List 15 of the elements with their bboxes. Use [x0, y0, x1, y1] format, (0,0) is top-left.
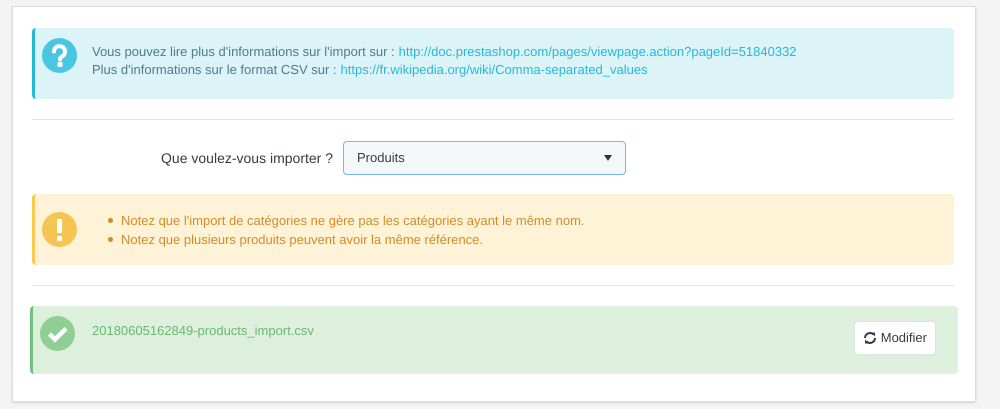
warning-text: Notez que plusieurs produits peuvent avoir la même référence.: [121, 230, 484, 248]
type-select[interactable]: Produits: [343, 141, 626, 175]
warning-icon: [42, 212, 77, 247]
bullet-icon: [108, 218, 113, 222]
bullet-icon: [108, 236, 113, 242]
help-icon: [42, 38, 77, 73]
modify-button[interactable]: Modifier: [854, 321, 936, 355]
info-text: Vous pouvez lire plus d'informations sur l'import sur :: [92, 43, 395, 61]
field-label: Que voulez-vous importer ?: [160, 148, 333, 168]
warning-text: Notez que l'import de catégories ne gère pas les catégories ayant le même nom.: [121, 212, 585, 230]
refresh-icon: [862, 331, 877, 345]
caret-icon: [604, 155, 612, 161]
check-icon: [40, 316, 75, 351]
info-text: Plus d'informations sur le format CSV sur :: [92, 61, 337, 79]
file-name: 20180605162849-products_import.csv: [92, 322, 314, 340]
